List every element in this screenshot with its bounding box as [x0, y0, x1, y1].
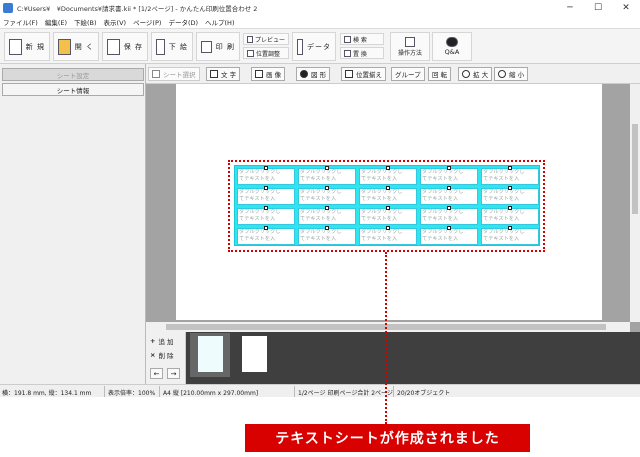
- status-position: 横：191.8 mm, 縦：134.1 mm: [2, 390, 92, 397]
- plus-icon: +: [150, 337, 156, 345]
- selection-outline: [228, 160, 545, 252]
- menu-help[interactable]: ヘルプ(H): [205, 17, 234, 27]
- vertical-scrollbar[interactable]: [630, 84, 640, 322]
- window-controls: ─ ☐ ✕: [556, 0, 640, 16]
- print-button[interactable]: 印 刷: [196, 32, 240, 61]
- new-document-icon: [9, 38, 22, 55]
- qa-icon: [446, 37, 458, 47]
- zoom-out-icon: [498, 70, 506, 78]
- add-page-button[interactable]: + 追 加: [150, 336, 174, 346]
- shape-icon: [300, 70, 308, 78]
- search-icon: [344, 35, 351, 43]
- menu-view[interactable]: 表示(V): [104, 17, 127, 27]
- left-panel: シート設定 シート情報: [0, 64, 146, 384]
- page-thumbnail-strip: [186, 332, 640, 384]
- zoom-in-button[interactable]: 拡 大: [458, 67, 493, 81]
- sheet-select-button[interactable]: シート選択: [148, 67, 200, 81]
- status-separator: [393, 386, 394, 397]
- next-page-button[interactable]: →: [167, 368, 180, 379]
- position-adjust-button[interactable]: 位置調整: [243, 47, 289, 59]
- menu-edit[interactable]: 編集(E): [45, 17, 67, 27]
- data-button[interactable]: データ: [292, 32, 336, 61]
- prev-page-button[interactable]: ←: [150, 368, 163, 379]
- minimize-button[interactable]: ─: [556, 0, 584, 16]
- page-strip-controls: + 追 加 × 削 除 ← →: [146, 332, 186, 384]
- zoom-out-button[interactable]: 縮 小: [494, 67, 529, 81]
- status-page: 1/2ページ 印刷ページ合計 2ページ: [298, 390, 393, 397]
- delete-page-button[interactable]: × 削 除: [150, 350, 174, 360]
- menu-bar: ファイル(F) 編集(E) 下絵(B) 表示(V) ページ(P) データ(D) …: [0, 16, 640, 28]
- data-icon: [297, 38, 303, 55]
- search-button[interactable]: 検 索: [340, 33, 384, 45]
- page-thumbnail-1[interactable]: [198, 336, 223, 372]
- status-separator: [104, 386, 105, 397]
- preview-icon: [247, 35, 253, 43]
- text-tool-button[interactable]: 文 字: [206, 67, 241, 81]
- align-button[interactable]: 位置揃え: [341, 67, 386, 81]
- save-icon: [107, 38, 120, 55]
- align-icon: [345, 70, 353, 78]
- status-separator: [294, 386, 295, 397]
- cross-icon: ×: [150, 351, 156, 359]
- adjust-icon: [247, 49, 254, 57]
- status-zoom: 表示倍率：100%: [108, 390, 156, 397]
- replace-icon: [344, 49, 351, 57]
- tab-sheet-settings[interactable]: シート設定: [2, 68, 144, 81]
- close-button[interactable]: ✕: [612, 0, 640, 16]
- replace-button[interactable]: 置 換: [340, 47, 384, 59]
- image-tool-button[interactable]: 画 像: [251, 67, 286, 81]
- title-bar: C:¥Users¥ ¥Documents¥請求書.kii * [1/2ページ] …: [0, 0, 640, 16]
- app-icon: [3, 3, 13, 13]
- menu-data[interactable]: データ(D): [168, 17, 198, 27]
- menu-page[interactable]: ページ(P): [133, 17, 161, 27]
- hand-pointer-icon: [405, 36, 415, 47]
- vertical-scroll-thumb[interactable]: [632, 124, 638, 214]
- callout-message: テキストシートが作成されました: [245, 424, 530, 452]
- arrow-pointer-icon: [152, 70, 160, 78]
- group-button[interactable]: グループ: [391, 67, 425, 81]
- open-button[interactable]: 開 く: [53, 32, 99, 61]
- qa-button[interactable]: Q&A: [432, 32, 472, 61]
- status-paper: A4 縦 [210.00mm x 297.00mm]: [163, 390, 259, 397]
- page-thumbnail-2[interactable]: [242, 336, 267, 372]
- shape-tool-button[interactable]: 図 形: [296, 67, 331, 81]
- status-objects: 20/20オブジェクト: [397, 390, 451, 397]
- text-icon: [210, 70, 218, 78]
- menu-underlay[interactable]: 下絵(B): [74, 17, 97, 27]
- folder-icon: [58, 38, 71, 55]
- preview-button[interactable]: プレビュー: [243, 33, 289, 45]
- rotate-button[interactable]: 回 転: [428, 67, 452, 81]
- underlay-icon: [156, 38, 165, 55]
- menu-file[interactable]: ファイル(F): [3, 17, 38, 27]
- status-separator: [159, 386, 160, 397]
- save-button[interactable]: 保 存: [102, 32, 148, 61]
- callout-leader-line: [385, 252, 387, 424]
- object-toolbar: シート選択 文 字 画 像 図 形 位置揃え グループ 回 転 拡 大 縮 小: [146, 64, 640, 84]
- image-icon: [255, 70, 263, 78]
- underlay-button[interactable]: 下 絵: [151, 32, 193, 61]
- horizontal-scrollbar[interactable]: [146, 322, 630, 332]
- howto-button[interactable]: 操作方法: [390, 32, 430, 61]
- new-button[interactable]: 新 規: [4, 32, 50, 61]
- printer-icon: [201, 40, 212, 53]
- maximize-button[interactable]: ☐: [584, 0, 612, 16]
- status-bar: 横：191.8 mm, 縦：134.1 mm 表示倍率：100% A4 縦 [2…: [0, 384, 640, 397]
- zoom-in-icon: [462, 70, 470, 78]
- window-title: C:¥Users¥ ¥Documents¥請求書.kii * [1/2ページ] …: [17, 5, 258, 13]
- tab-sheet-info[interactable]: シート情報: [2, 83, 144, 96]
- main-toolbar: 新 規 開 く 保 存 下 絵 印 刷 プレビュー 位置調整 データ 検 索 置…: [0, 28, 640, 64]
